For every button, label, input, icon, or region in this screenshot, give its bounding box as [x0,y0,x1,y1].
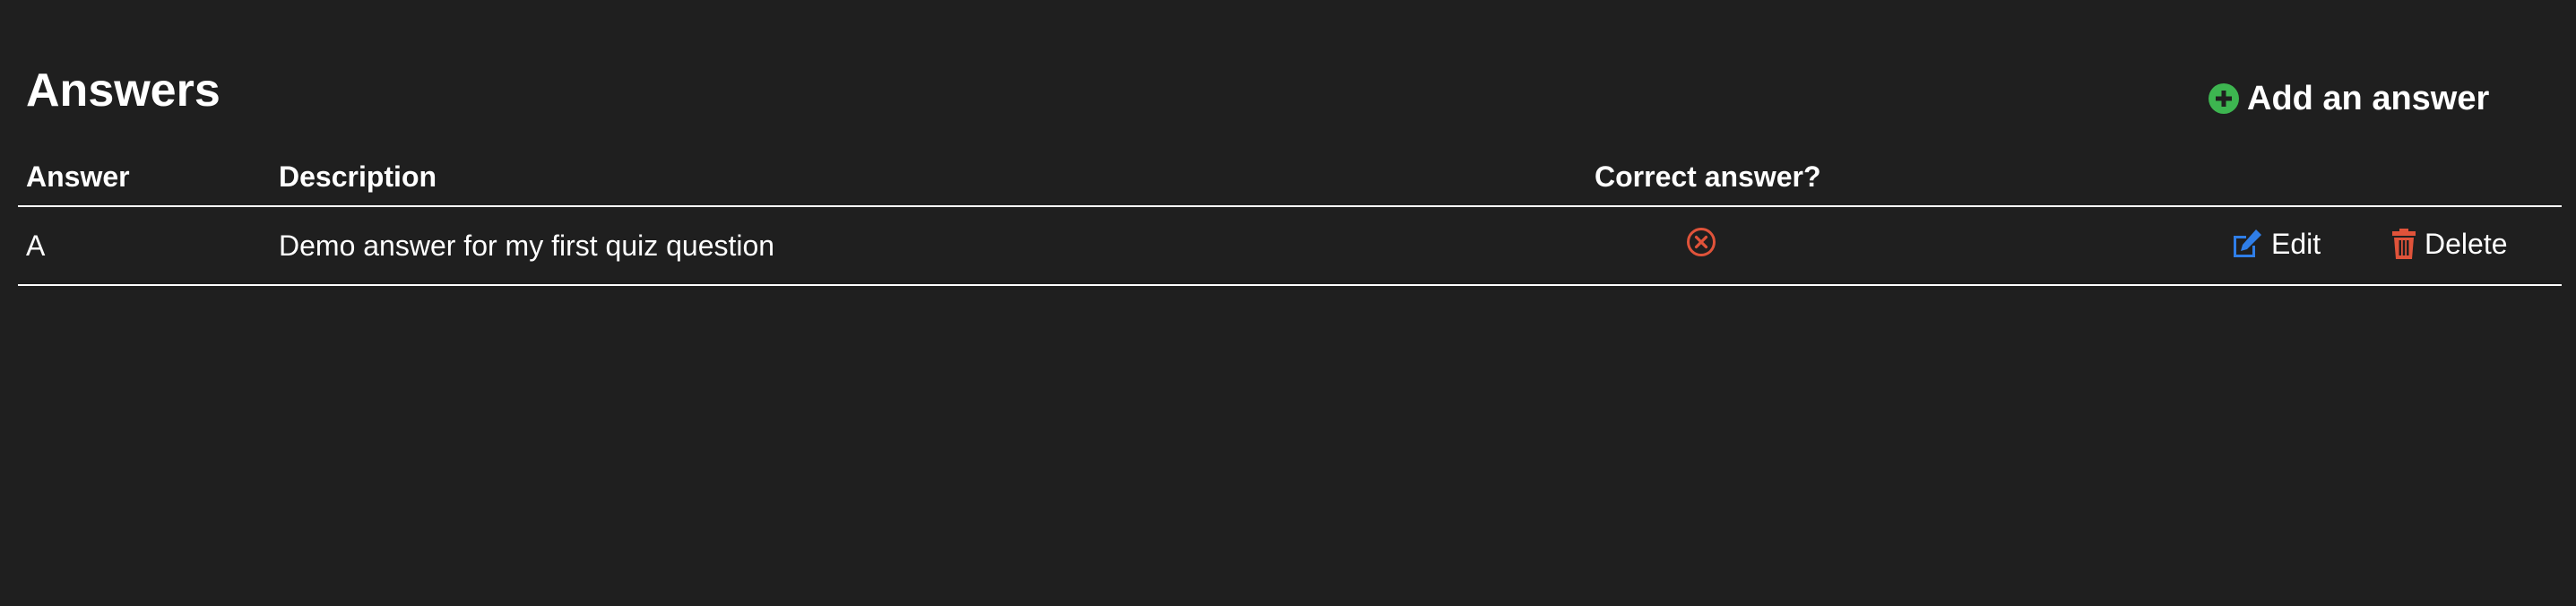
add-answer-label: Add an answer [2247,80,2490,117]
edit-button[interactable]: Edit [2231,227,2321,261]
header-correct-answer: Correct answer? [1595,160,1821,193]
page-title: Answers [26,65,220,117]
delete-label: Delete [2425,228,2508,260]
answer-letter: A [26,229,46,262]
answers-table: Answer Description Correct answer? A Dem… [18,154,2562,286]
trash-icon [2391,228,2416,260]
plus-circle-icon [2209,83,2239,114]
edit-icon [2231,229,2263,259]
x-circle-icon [1686,227,1716,264]
edit-label: Edit [2271,228,2321,260]
table-header-row: Answer Description Correct answer? [18,154,2562,207]
answers-page: Answers Add an answer Answer Description… [0,0,2576,606]
header-answer: Answer [26,160,130,193]
delete-button[interactable]: Delete [2391,227,2508,261]
header-description: Description [279,160,437,193]
add-answer-button[interactable]: Add an answer [2209,79,2489,118]
table-row: A Demo answer for my first quiz question… [18,207,2562,286]
answer-description: Demo answer for my first quiz question [279,229,775,262]
